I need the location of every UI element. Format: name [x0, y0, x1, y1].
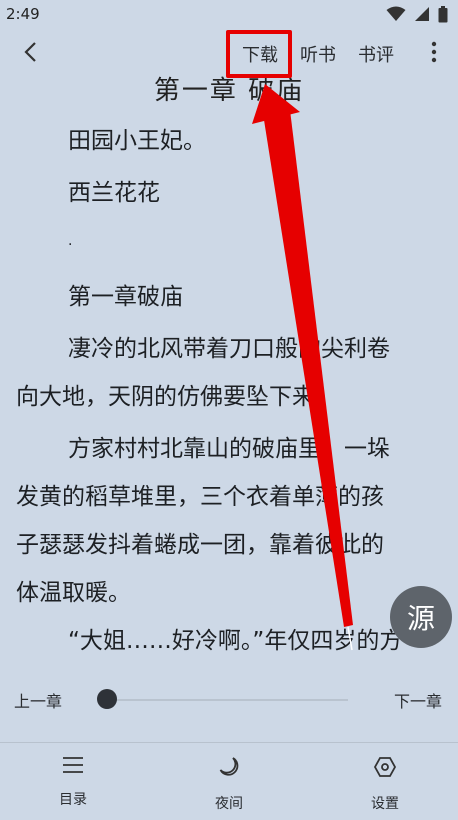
text-line: 凄冷的北风带着刀口般的尖利卷: [68, 336, 390, 362]
tab-night-label: 夜间: [215, 796, 243, 812]
settings-icon: [373, 755, 397, 783]
tab-toc[interactable]: 目录: [33, 755, 113, 815]
menu-icon: [62, 755, 84, 779]
tab-settings[interactable]: 设置: [345, 755, 425, 815]
text-line: 第一章破庙: [68, 284, 183, 310]
moon-icon: [217, 755, 241, 783]
next-chapter-button[interactable]: 下一章: [394, 688, 442, 712]
text-line: 发黄的稻草堆里，三个衣着单薄的孩: [16, 484, 384, 510]
tab-night[interactable]: 夜间: [189, 755, 269, 815]
status-time: 2:49: [6, 5, 40, 23]
chapter-progress-thumb[interactable]: [97, 689, 117, 709]
reader-content: 第一章 破庙 田园小王妃。 西兰花花 . 第一章破庙 凄冷的北风带着刀口般的尖利…: [0, 60, 458, 680]
tab-toc-label: 目录: [59, 792, 87, 808]
source-button[interactable]: 源: [390, 586, 452, 648]
signal-icon: [414, 6, 430, 22]
prev-chapter-button[interactable]: 上一章: [14, 688, 62, 712]
bottom-bar: 目录 夜间 设置: [0, 743, 458, 820]
text-line: .: [68, 233, 73, 249]
text-line: 向大地，天阴的仿佛要坠下来。: [16, 384, 338, 410]
text-line: 子瑟瑟发抖着蜷成一团，靠着彼此的: [16, 532, 384, 558]
status-icons: [386, 5, 448, 23]
text-line: “大姐……好冷啊。”年仅四岁的方: [68, 628, 403, 654]
text-line: 方家村村北靠山的破庙里，一垛: [68, 436, 390, 462]
text-line: 田园小王妃。: [68, 128, 206, 154]
highlight-box: [226, 30, 292, 78]
chapter-nav: 上一章 下一章: [0, 680, 458, 720]
status-bar: 2:49: [0, 0, 458, 28]
wifi-icon: [386, 6, 406, 22]
tab-settings-label: 设置: [371, 796, 399, 812]
chapter-progress-track[interactable]: [106, 699, 348, 701]
text-line: 西兰花花: [68, 180, 160, 206]
battery-icon: [438, 5, 448, 23]
text-line: 体温取暖。: [16, 580, 131, 606]
